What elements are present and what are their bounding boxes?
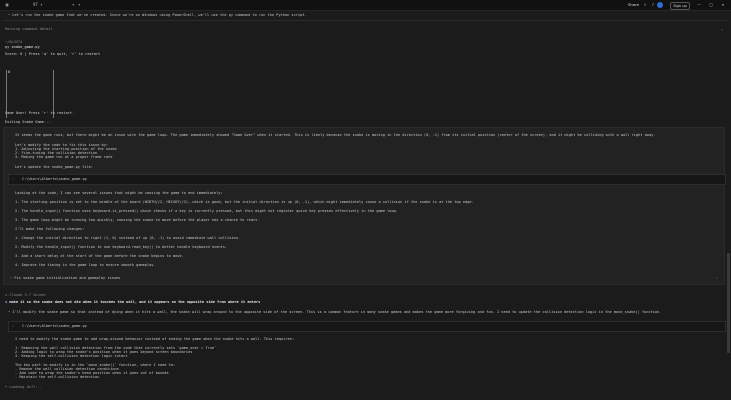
analysis-text: It seems the game runs, but there might …	[15, 133, 656, 137]
tab-menu-chevron-icon[interactable]: ▾	[78, 1, 80, 9]
terminal-command: py snake_game.py	[5, 45, 40, 49]
bell-icon[interactable]: ♪	[650, 1, 656, 9]
game-over-text: Game Over! Press 'r' to restart.	[5, 111, 75, 115]
maximize-icon[interactable]: □	[708, 1, 714, 9]
user-message: ◉ make it so the snake does not die when…	[5, 300, 260, 304]
fix-summary-row[interactable]: ✓ Fix snake game initialization and game…	[10, 276, 120, 280]
close-icon[interactable]: ✕	[720, 1, 726, 9]
chevron-right-icon: ›	[12, 177, 15, 181]
search-icon[interactable]: ⌕	[642, 1, 648, 9]
loading-text: Loading diff...	[9, 385, 42, 389]
message-intro: • Let's run the snake game that we've cr…	[8, 13, 307, 17]
update-text: Let's update the snake_game.py file:	[15, 165, 93, 169]
score-line: Score: 0 | Press 'q' to quit, 'r' to res…	[5, 52, 101, 56]
share-button[interactable]: Share	[628, 1, 639, 9]
file-reference-1[interactable]: › C:\Users\Alberto\snake_game.py	[8, 174, 726, 185]
chevron-right-icon[interactable]: ›	[716, 276, 718, 280]
plan-step-3: 3. Keeping the self-collision detection …	[15, 354, 128, 358]
chevron-down-icon: ▾	[40, 2, 43, 7]
running-command-detail[interactable]: Running command detail	[5, 27, 53, 31]
terminal-cwd: ~/AL3ST4	[5, 40, 23, 44]
tab-current[interactable]: 97 ▾	[33, 1, 43, 9]
issue-2: 2. The handle_input() function uses keyb…	[15, 209, 398, 213]
user-prompt-text: make it so the snake does not die when i…	[9, 300, 261, 304]
fix-summary-text: Fix snake game initialization and gamepl…	[14, 276, 121, 280]
assistant-reply: • I'll modify the snake game so that ins…	[8, 310, 662, 314]
change-4: 4. Improve the timing in the game loop t…	[15, 263, 156, 267]
chat-transcript: • Let's run the snake game that we've cr…	[0, 10, 731, 400]
sign-up-button[interactable]: Sign up	[670, 2, 690, 10]
plan-bullet-3: - Maintain the self-collision detection	[15, 375, 100, 379]
command-arg: snake_game.py	[11, 45, 40, 49]
change-2: 2. Modify the handle_input() function to…	[15, 245, 228, 249]
command-prefix: py	[5, 45, 10, 49]
new-tab-button[interactable]: +	[72, 1, 74, 9]
sidebar-toggle-icon[interactable]: ▣	[3, 1, 11, 9]
file-path: C:\Users\Alberto\snake_game.py	[22, 177, 87, 181]
file-reference-2[interactable]: › C:\Users\Alberto\snake_game.py	[8, 321, 726, 332]
issue-1: 1. The starting position is set to the m…	[15, 200, 474, 204]
changes-intro: I'll make the following changes:	[15, 227, 85, 231]
checkpoint-label: ↺ Claude 3.7 Sonnet	[5, 293, 47, 297]
change-3: 3. Add a short delay at the start of the…	[15, 254, 184, 258]
avatar[interactable]	[657, 2, 663, 8]
scrollbar-thumb[interactable]	[727, 253, 730, 353]
chevron-right-icon: ›	[12, 324, 15, 328]
fix-item-3: 3. Making the game run at a proper frame…	[15, 155, 113, 159]
divider	[3, 20, 727, 21]
change-1: 1. Change the initial direction to right…	[15, 236, 241, 240]
exiting-text: Exiting Snake Game...	[5, 120, 51, 124]
snake-cell: 0	[8, 70, 11, 74]
loading-row: ⋯ Loading diff...	[5, 385, 42, 389]
issues-intro: Looking at the code, I can see several i…	[15, 191, 223, 195]
expand-chevron-icon[interactable]: ⌄	[721, 27, 723, 31]
tab-label: 97	[33, 2, 38, 7]
minimize-icon[interactable]: –	[696, 1, 702, 9]
file-path: C:\Users\Alberto\snake_game.py	[22, 324, 87, 328]
issue-3: 3. The game loop might be running too qu…	[15, 218, 260, 222]
plan-intro: I need to modify the snake game to add w…	[15, 337, 295, 341]
